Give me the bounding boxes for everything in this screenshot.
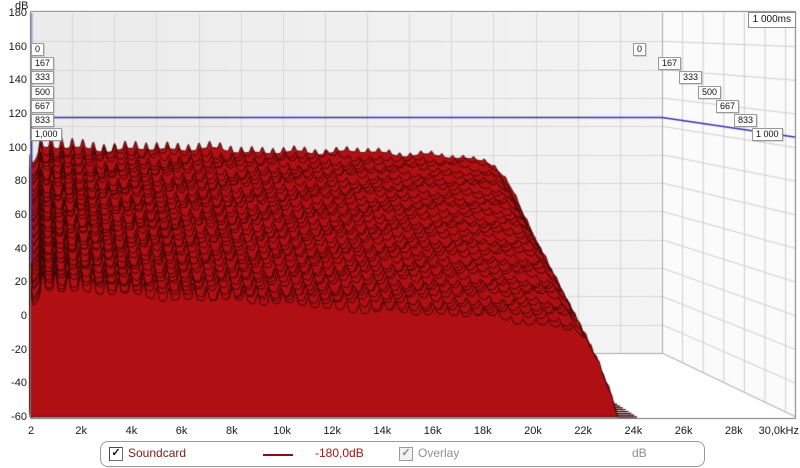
freq-tick-label: 24k <box>625 425 643 437</box>
overlay-label: Overlay <box>418 446 459 460</box>
time-label-left: 500 <box>31 86 54 99</box>
time-label-left: 1,000 <box>31 128 62 141</box>
time-label-left: 333 <box>31 71 54 84</box>
time-label-right: 1 000 <box>752 128 783 141</box>
freq-tick-label: 12k <box>323 425 341 437</box>
time-label-left: 667 <box>31 100 54 113</box>
db-tick-label: 180 <box>0 7 27 19</box>
db-tick-label: 60 <box>0 209 27 221</box>
db-tick-label: 0 <box>0 310 27 322</box>
overlay-checkbox[interactable]: ✓ <box>399 447 413 461</box>
soundcard-checkbox[interactable]: ✓ <box>109 447 123 461</box>
db-tick-label: 120 <box>0 108 27 120</box>
time-range-box: 1 000ms <box>748 12 796 28</box>
freq-tick-label: 4k <box>126 425 138 437</box>
freq-tick-label: 2k <box>75 425 87 437</box>
freq-tick-label: 30,0kHz <box>759 425 799 437</box>
db-tick-label: 160 <box>0 41 27 53</box>
db-tick-label: 140 <box>0 74 27 86</box>
legend-bar: ✓ Soundcard -180,0dB ✓ Overlay dB <box>100 441 705 467</box>
db-tick-label: -20 <box>0 344 27 356</box>
time-label-right: 833 <box>734 114 757 127</box>
freq-tick-label: 20k <box>524 425 542 437</box>
db-tick-label: -60 <box>0 411 27 423</box>
legend-line-sample <box>263 454 293 456</box>
level-value: -180,0dB <box>315 446 364 460</box>
freq-tick-label: 6k <box>176 425 188 437</box>
time-label-left: 0 <box>31 43 44 56</box>
freq-tick-label: 14k <box>374 425 392 437</box>
db-tick-label: 20 <box>0 276 27 288</box>
freq-tick-label: 18k <box>474 425 492 437</box>
db-tick-label: 40 <box>0 243 27 255</box>
soundcard-label: Soundcard <box>128 446 186 460</box>
freq-tick-label: 28k <box>725 425 743 437</box>
unit-label: dB <box>632 446 647 460</box>
db-tick-label: 80 <box>0 175 27 187</box>
time-label-right: 667 <box>716 100 739 113</box>
waterfall-window: dB 180160140120100806040200-20-40-60 22k… <box>0 0 800 468</box>
time-label-right: 0 <box>633 43 646 56</box>
db-tick-label: -40 <box>0 377 27 389</box>
db-tick-label: 100 <box>0 142 27 154</box>
freq-tick-label: 10k <box>273 425 291 437</box>
freq-tick-label: 16k <box>424 425 442 437</box>
freq-tick-label: 26k <box>675 425 693 437</box>
freq-tick-label: 2 <box>28 425 34 437</box>
time-label-left: 833 <box>31 114 54 127</box>
time-label-left: 167 <box>31 57 54 70</box>
freq-tick-label: 22k <box>574 425 592 437</box>
time-label-right: 333 <box>679 71 702 84</box>
time-label-right: 167 <box>658 57 681 70</box>
time-label-right: 500 <box>698 86 721 99</box>
freq-tick-label: 8k <box>226 425 238 437</box>
waterfall-plot-canvas[interactable] <box>0 0 800 468</box>
